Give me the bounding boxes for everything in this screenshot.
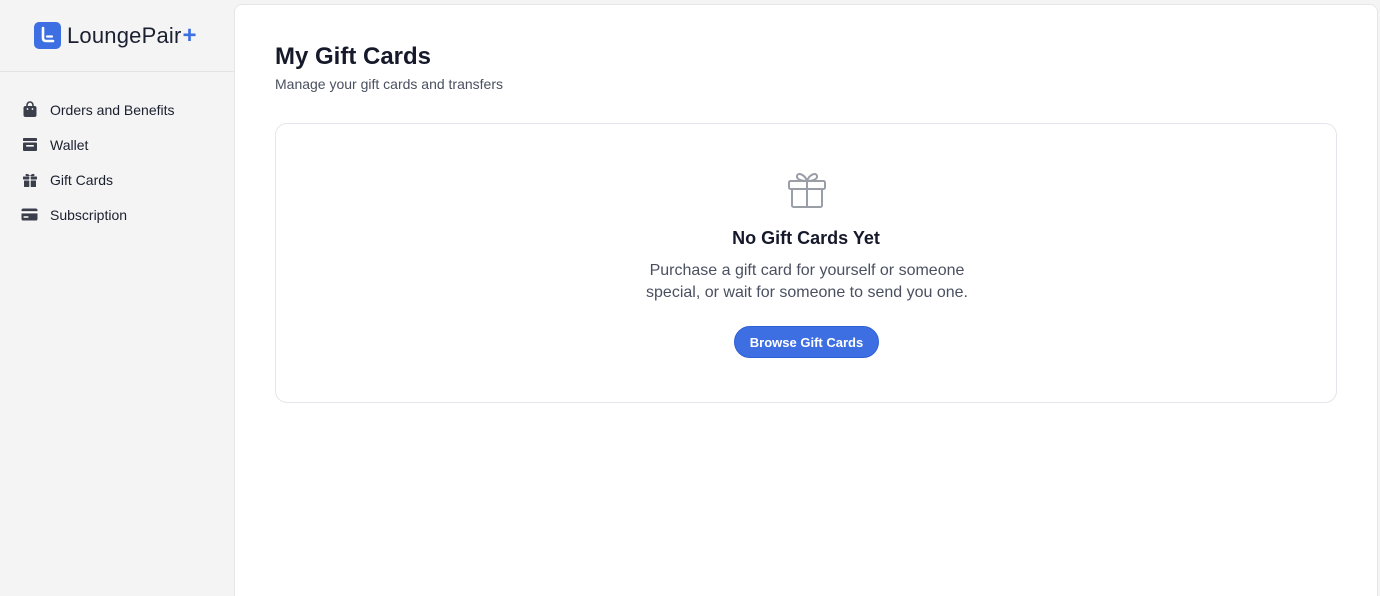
sidebar-item-gift-cards[interactable]: Gift Cards [0, 162, 234, 197]
empty-state-card: No Gift Cards Yet Purchase a gift card f… [275, 123, 1337, 403]
sidebar-item-subscription[interactable]: Subscription [0, 197, 234, 232]
credit-card-icon [21, 206, 38, 223]
sidebar-item-label: Wallet [50, 136, 89, 153]
app-root: LoungePair + Orders and Benefits Wallet … [0, 0, 1380, 596]
browse-gift-cards-button[interactable]: Browse Gift Cards [734, 326, 879, 358]
sidebar-item-orders-and-benefits[interactable]: Orders and Benefits [0, 92, 234, 127]
page-title: My Gift Cards [275, 43, 432, 70]
brand-logo-icon [34, 22, 61, 49]
brand-name: LoungePair [67, 22, 182, 48]
gift-icon [21, 171, 38, 188]
empty-state-text: Purchase a gift card for yourself or som… [646, 262, 968, 301]
empty-state-title: No Gift Cards Yet [732, 228, 880, 248]
sidebar-item-label: Subscription [50, 206, 128, 223]
sidebar-item-label: Gift Cards [50, 171, 114, 188]
brand-header[interactable]: LoungePair + [0, 0, 234, 72]
shopping-bag-icon [21, 101, 38, 118]
gift-icon [786, 169, 828, 211]
sidebar-item-wallet[interactable]: Wallet [0, 127, 234, 162]
sidebar: LoungePair + Orders and Benefits Wallet … [0, 0, 234, 596]
page-subtitle: Manage your gift cards and transfers [275, 76, 504, 92]
main-content: My Gift Cards Manage your gift cards and… [234, 4, 1378, 596]
wallet-icon [21, 136, 38, 153]
sidebar-item-label: Orders and Benefits [50, 101, 175, 118]
sidebar-nav: Orders and Benefits Wallet Gift Cards Su… [0, 72, 234, 232]
brand-plus: + [182, 21, 197, 49]
